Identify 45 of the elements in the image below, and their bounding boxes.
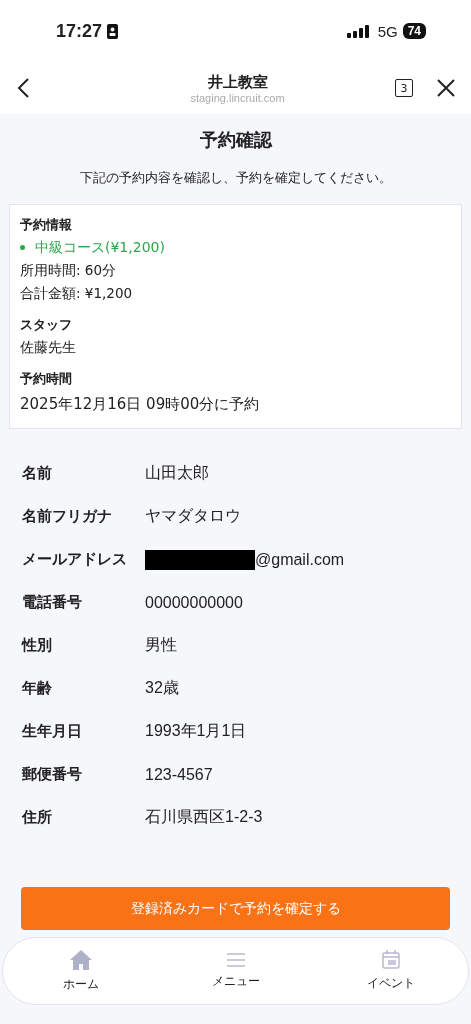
header-url: staging.lincruit.com xyxy=(190,91,285,104)
field-label: 性別 xyxy=(22,636,53,655)
page-title: 予約確認 xyxy=(198,128,274,152)
course-name: 中級コース(¥1,200) xyxy=(35,238,165,257)
field-label: 名前フリガナ xyxy=(22,507,113,526)
field-value: 山田太郎 xyxy=(145,463,209,483)
field-label: 電話番号 xyxy=(22,593,83,612)
section-heading: 予約情報 xyxy=(20,216,73,234)
field-value: @gmail.com xyxy=(255,550,345,569)
close-icon[interactable] xyxy=(437,79,455,97)
field-value: 123-4567 xyxy=(145,765,213,784)
signal-icon xyxy=(346,24,369,38)
section-text: 2025年12月16日 09時00分に予約 xyxy=(20,394,261,415)
header-title: 井上教室 xyxy=(207,72,268,92)
field-value: 石川県西区1-2-3 xyxy=(145,807,263,827)
bullet-icon xyxy=(20,245,25,250)
field-label: 年齢 xyxy=(22,679,53,698)
back-icon[interactable] xyxy=(16,77,30,99)
field-value: ヤマダタロウ xyxy=(145,506,241,526)
field-label: メールアドレス xyxy=(22,550,128,569)
section-text: 合計金額: ¥1,200 xyxy=(20,284,134,303)
section-heading: 予約時間 xyxy=(20,370,73,388)
tab-count-button[interactable]: 3 xyxy=(395,79,413,97)
field-label: 住所 xyxy=(22,808,53,827)
field-value: 32歳 xyxy=(145,678,179,698)
calendar-icon xyxy=(381,950,400,969)
field-label: 生年月日 xyxy=(22,722,83,741)
nav-item[interactable]: メニュー xyxy=(185,951,286,991)
field-value: 1993年1月1日 xyxy=(145,721,247,741)
nav-item[interactable]: ホーム xyxy=(30,948,131,994)
nav-item[interactable]: イベント xyxy=(340,949,441,993)
page-subtitle: 下記の予約内容を確認し、予約を確定してください。 xyxy=(78,170,393,187)
menu-icon xyxy=(226,952,245,967)
battery-indicator: 74 xyxy=(402,23,426,39)
network-label: 5G xyxy=(377,22,398,40)
person-badge-icon xyxy=(107,23,119,39)
status-time: 17:27 xyxy=(56,20,103,42)
section-text: 佐藤先生 xyxy=(20,338,77,357)
field-label: 郵便番号 xyxy=(22,765,83,784)
section-heading: スタッフ xyxy=(20,316,73,334)
field-label: 名前 xyxy=(22,464,53,483)
field-value: 男性 xyxy=(145,635,177,655)
section-text: 所用時間: 60分 xyxy=(20,261,118,280)
field-value: 00000000000 xyxy=(145,593,243,612)
home-icon xyxy=(69,949,92,970)
